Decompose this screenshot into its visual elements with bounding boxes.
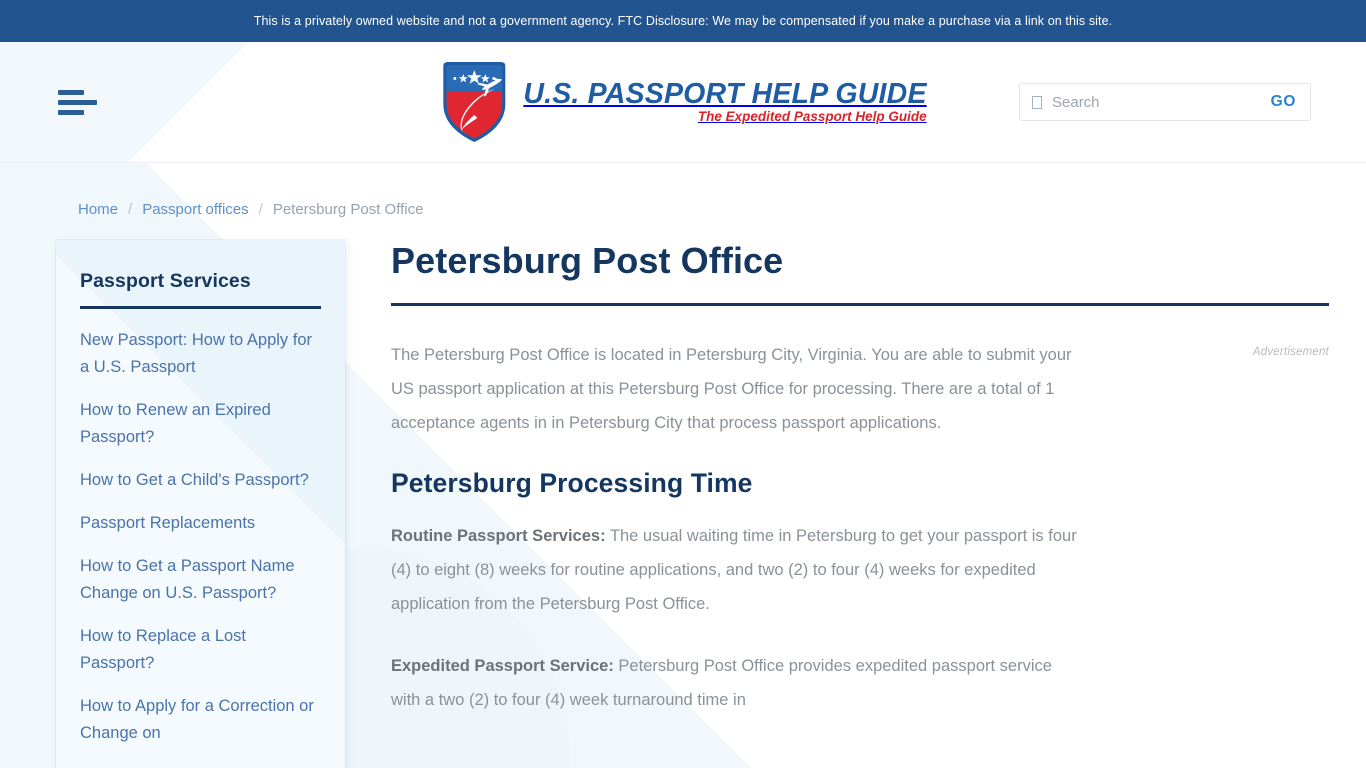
sidebar: Passport Services New Passport: How to A… (56, 240, 345, 768)
page-body: Home / Passport offices / Petersburg Pos… (0, 163, 1366, 768)
page-title-underline (391, 303, 1329, 307)
breadcrumb-separator: / (258, 201, 263, 218)
hamburger-menu-icon[interactable] (58, 88, 100, 116)
search-go-button[interactable]: GO (1271, 93, 1296, 111)
search-box[interactable]: GO (1019, 83, 1311, 121)
main-content: Petersburg Post Office The Petersburg Po… (345, 240, 1329, 745)
breadcrumb: Home / Passport offices / Petersburg Pos… (40, 163, 1326, 218)
breadcrumb-item-home[interactable]: Home (78, 201, 118, 218)
expedited-label: Expedited Passport Service: (391, 657, 614, 676)
sidebar-title-underline (80, 306, 321, 309)
sidebar-item-passport-replacements[interactable]: Passport Replacements (80, 510, 321, 537)
disclosure-banner: This is a privately owned website and no… (0, 0, 1366, 42)
advertisement-label: Advertisement (1252, 346, 1329, 359)
sidebar-item-lost-passport[interactable]: How to Replace a Lost Passport? (80, 623, 321, 677)
routine-label: Routine Passport Services: (391, 527, 606, 546)
sidebar-inner: Passport Services New Passport: How to A… (80, 270, 321, 747)
search-icon (1032, 95, 1042, 109)
breadcrumb-separator: / (128, 201, 133, 218)
logo-wordmark: U.S. PASSPORT HELP GUIDE The Expedited P… (523, 77, 927, 126)
site-logo[interactable]: U.S. PASSPORT HELP GUIDE The Expedited P… (439, 60, 927, 144)
intro-paragraph: The Petersburg Post Office is located in… (391, 346, 1072, 433)
site-header: U.S. PASSPORT HELP GUIDE The Expedited P… (0, 42, 1366, 163)
hamburger-line-bottom (58, 109, 84, 115)
logo-tagline-text: The Expedited Passport Help Guide (697, 109, 927, 125)
section-heading-processing-time: Petersburg Processing Time (391, 468, 753, 499)
routine-paragraph: Routine Passport Services: The usual wai… (391, 519, 1081, 621)
article-body: The Petersburg Post Office is located in… (391, 338, 1081, 745)
page-title: Petersburg Post Office (391, 240, 784, 281)
hamburger-line-top (58, 89, 84, 95)
sidebar-item-correction-change[interactable]: How to Apply for a Correction or Change … (80, 693, 321, 747)
sidebar-item-name-change[interactable]: How to Get a Passport Name Change on U.S… (80, 553, 321, 607)
sidebar-item-renew-expired[interactable]: How to Renew an Expired Passport? (80, 397, 321, 451)
article-and-ad-row: The Petersburg Post Office is located in… (391, 338, 1329, 745)
search-input[interactable] (1052, 93, 1271, 111)
expedited-paragraph: Expedited Passport Service: Petersburg P… (391, 649, 1081, 717)
sidebar-item-new-passport[interactable]: New Passport: How to Apply for a U.S. Pa… (80, 327, 321, 381)
disclosure-text: This is a privately owned website and no… (253, 14, 1113, 28)
advertisement-column: Advertisement (1081, 338, 1329, 358)
logo-main-text: U.S. PASSPORT HELP GUIDE (523, 77, 927, 110)
shield-airplane-logo-icon (443, 62, 506, 142)
sidebar-title: Passport Services (80, 270, 251, 292)
header-inner: U.S. PASSPORT HELP GUIDE The Expedited P… (0, 42, 1366, 162)
sidebar-item-child-passport[interactable]: How to Get a Child's Passport? (80, 467, 321, 494)
content-columns: Passport Services New Passport: How to A… (40, 240, 1329, 768)
breadcrumb-item-passport-offices[interactable]: Passport offices (142, 201, 248, 218)
breadcrumb-item-current: Petersburg Post Office (272, 201, 424, 218)
page-container: Home / Passport offices / Petersburg Pos… (0, 163, 1366, 768)
hamburger-line-middle (58, 99, 97, 105)
